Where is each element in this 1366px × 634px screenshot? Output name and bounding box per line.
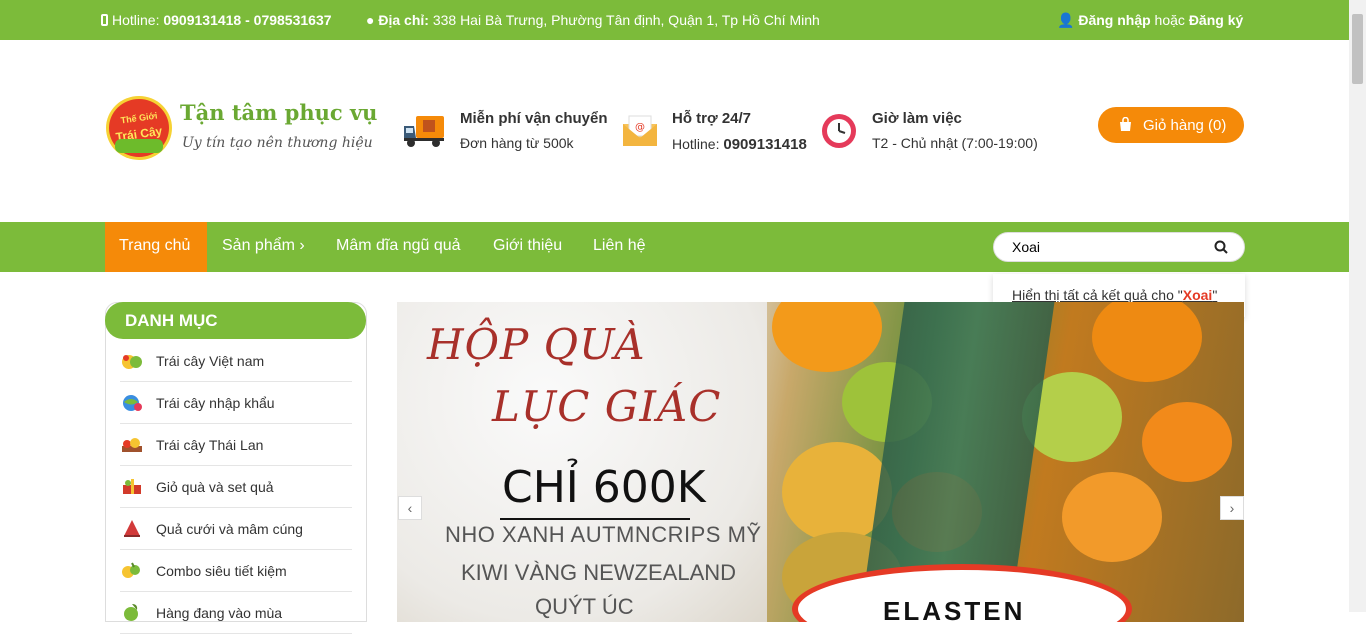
search-input[interactable] (1012, 238, 1202, 256)
feature-hours-title: Giờ làm việc (872, 110, 962, 127)
category-item-thai-fruit[interactable]: Trái cây Thái Lan (120, 424, 352, 466)
truck-icon (404, 116, 444, 147)
slider-item-1: NHO XANH AUTMNCRIPS MỸ (445, 522, 762, 547)
hotline-label: Hotline: (112, 12, 164, 28)
register-link[interactable]: Đăng ký (1189, 12, 1243, 28)
fruit-basket-icon (115, 139, 163, 153)
feature-support-sub: Hotline: 0909131418 (672, 136, 807, 153)
slider-next-button[interactable]: › (1220, 496, 1244, 520)
hotline-value[interactable]: 0909131418 - 0798531637 (163, 12, 331, 28)
category-item-combo-saver[interactable]: Combo siêu tiết kiệm (120, 550, 352, 592)
category-item-wedding-offerings[interactable]: Quả cưới và mâm cúng (120, 508, 352, 550)
category-item-vietnam-fruit[interactable]: Trái cây Việt nam (120, 340, 352, 382)
thai-fruit-icon (122, 438, 142, 452)
svg-text:@: @ (635, 122, 645, 133)
logo-slogan: Tận tâm phục vụ (180, 100, 378, 125)
category-item-in-season[interactable]: Hàng đang vào mùa (120, 592, 352, 634)
search-icon[interactable] (1214, 240, 1228, 254)
fruit-icon (122, 355, 142, 369)
support-hotline-value[interactable]: 0909131418 (723, 136, 806, 153)
envelope-icon: @ (623, 115, 657, 146)
hero-slider[interactable]: HỘP QUÀ LỤC GIÁC CHỈ 600K NHO XANH AUTMN… (397, 302, 1244, 622)
nav-about[interactable]: Giới thiệu (493, 237, 562, 255)
chevron-right-icon: › (299, 237, 305, 254)
address-value: 338 Hai Bà Trưng, Phường Tân định, Quận … (432, 12, 820, 28)
slider-price: CHỈ 600K (502, 462, 706, 513)
or-text: hoặc (1150, 12, 1189, 28)
hotline: Hotline: 0909131418 - 0798531637 (101, 12, 332, 28)
map-marker-icon: ● (366, 12, 375, 28)
slider-title-line2: LỤC GIÁC (492, 382, 722, 431)
search-all-results-link[interactable]: Hiển thị tất cả kết quả cho "Xoai" (1012, 287, 1217, 303)
feature-hours-sub: T2 - Chủ nhật (7:00-19:00) (872, 135, 1038, 151)
top-bar: Hotline: 0909131418 - 0798531637 ● Địa c… (0, 0, 1349, 40)
category-label: Giỏ quà và set quả (156, 479, 274, 495)
category-label: Quả cưới và mâm cúng (156, 521, 303, 537)
slider-prev-button[interactable]: ‹ (398, 496, 422, 520)
scrollbar-thumb[interactable] (1352, 14, 1363, 84)
gift-basket-icon (123, 479, 141, 494)
category-header: DANH MỤC (105, 302, 366, 339)
address-label: Địa chỉ: (378, 12, 433, 28)
price-underline (500, 518, 690, 520)
category-label: Hàng đang vào mùa (156, 605, 283, 621)
leaf-fruit-icon (124, 604, 138, 621)
chevron-left-icon: ‹ (407, 500, 413, 516)
cart-button[interactable]: Giỏ hàng (0) (1098, 107, 1244, 143)
slider-title-line1: HỘP QUÀ (427, 320, 646, 369)
nav-contact[interactable]: Liên hệ (593, 237, 646, 255)
category-label: Combo siêu tiết kiệm (156, 563, 287, 579)
nav-fruit-trays[interactable]: Mâm dĩa ngũ quả (336, 237, 461, 255)
category-label: Trái cây Việt nam (156, 353, 265, 369)
nav-products[interactable]: Sản phẩm › (222, 237, 305, 255)
category-label: Trái cây Thái Lan (156, 437, 264, 453)
feature-shipping-title: Miễn phí vận chuyển (460, 110, 608, 127)
slider-item-3: QUÝT ÚC (535, 594, 634, 619)
category-item-imported-fruit[interactable]: Trái cây nhập khẩu (120, 382, 352, 424)
user-icon: 👤 (1057, 12, 1075, 28)
category-title: DANH MỤC (125, 311, 218, 330)
combo-fruit-icon (122, 562, 140, 578)
suggest-prefix: Hiển thị tất cả kết quả cho " (1012, 287, 1183, 303)
logo-tagline: Uy tín tạo nên thương hiệu (182, 135, 373, 151)
shopping-bag-icon (1120, 117, 1131, 131)
chevron-right-icon: › (1229, 500, 1235, 516)
offering-tower-icon (124, 520, 140, 537)
account-links: 👤 Đăng nhập hoặc Đăng ký (1057, 12, 1243, 29)
login-link[interactable]: Đăng nhập (1078, 12, 1150, 28)
suggest-suffix: " (1212, 287, 1218, 303)
logo-badge[interactable]: Thế Giới Trái Cây (106, 96, 172, 160)
page-scrollbar[interactable] (1349, 0, 1366, 612)
cart-label: Giỏ hàng (0) (1143, 117, 1227, 134)
nav-products-label: Sản phẩm (222, 237, 295, 254)
sticker-text: ELASTEN (883, 596, 1026, 622)
category-item-gift-baskets[interactable]: Giỏ quà và set quả (120, 466, 352, 508)
phone-icon (101, 14, 108, 26)
support-hotline-label: Hotline: (672, 136, 724, 152)
clock-icon (822, 114, 856, 148)
category-label: Trái cây nhập khẩu (156, 395, 275, 411)
nav-home[interactable]: Trang chủ (119, 237, 190, 255)
globe-fruit-icon (123, 395, 142, 411)
feature-support-title: Hỗ trợ 24/7 (672, 110, 752, 127)
address: ● Địa chỉ: 338 Hai Bà Trưng, Phường Tân … (366, 12, 820, 28)
slider-item-2: KIWI VÀNG NEWZEALAND (461, 560, 737, 585)
feature-shipping-sub: Đơn hàng từ 500k (460, 135, 574, 151)
suggest-keyword: Xoai (1182, 287, 1213, 303)
search-box (993, 232, 1245, 262)
